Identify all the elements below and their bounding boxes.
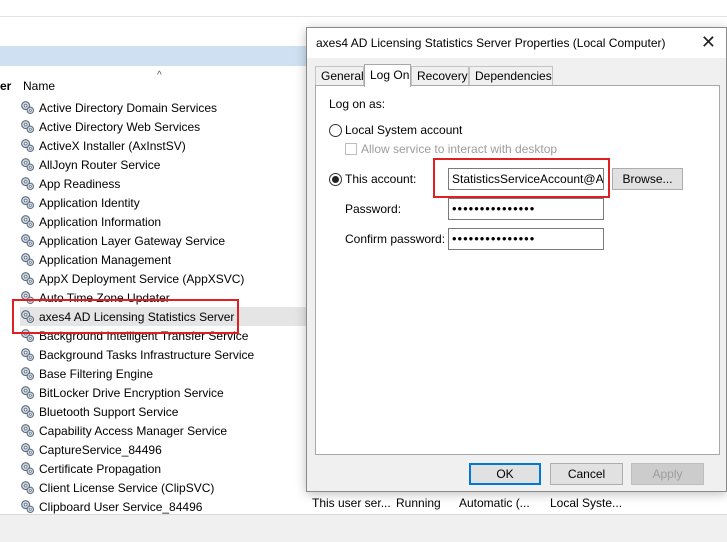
local-system-label[interactable]: Local System account — [345, 123, 462, 137]
status-bar — [0, 514, 727, 542]
service-gear-icon — [20, 480, 35, 495]
service-gear-icon — [20, 499, 35, 514]
tab-log-on[interactable]: Log On — [364, 64, 411, 87]
service-name: Background Intelligent Transfer Service — [39, 328, 249, 343]
service-name: AppX Deployment Service (AppXSVC) — [39, 271, 245, 286]
service-name: ActiveX Installer (AxInstSV) — [39, 138, 186, 153]
service-status: Running — [396, 496, 441, 510]
service-gear-icon — [20, 461, 35, 476]
service-gear-icon — [20, 404, 35, 419]
service-name: AllJoyn Router Service — [39, 157, 161, 172]
column-header-fragment: er — [0, 79, 12, 93]
service-gear-icon — [20, 252, 35, 267]
service-row[interactable]: AppX Deployment Service (AppXSVC) — [20, 269, 320, 288]
tab-general[interactable]: General — [315, 66, 364, 86]
tab-recovery[interactable]: Recovery — [411, 66, 469, 86]
column-header-name[interactable]: Name — [23, 79, 55, 93]
service-gear-icon — [20, 176, 35, 191]
service-gear-icon — [20, 157, 35, 172]
service-row[interactable]: Active Directory Domain Services — [20, 98, 320, 117]
service-row[interactable]: Background Intelligent Transfer Service — [20, 326, 320, 345]
service-gear-icon — [20, 271, 35, 286]
service-name: Base Filtering Engine — [39, 366, 154, 381]
service-name: Application Identity — [39, 195, 140, 210]
service-name: Active Directory Web Services — [39, 119, 201, 134]
service-gear-icon — [20, 233, 35, 248]
allow-desktop-checkbox[interactable] — [345, 143, 357, 155]
cancel-button[interactable]: Cancel — [550, 463, 623, 485]
service-gear-icon — [20, 366, 35, 381]
service-gear-icon — [20, 385, 35, 400]
service-name: Application Layer Gateway Service — [39, 233, 226, 248]
dialog-title: axes4 AD Licensing Statistics Server Pro… — [316, 36, 666, 50]
apply-button[interactable]: Apply — [631, 463, 704, 485]
service-name: Active Directory Domain Services — [39, 100, 218, 115]
log-on-as-label: Log on as: — [329, 97, 386, 111]
service-name: Clipboard User Service_84496 — [39, 499, 203, 514]
confirm-password-input[interactable]: ••••••••••••••• — [448, 228, 604, 250]
log-on-panel: Log on as: Local System account Allow se… — [315, 85, 720, 455]
service-gear-icon — [20, 100, 35, 115]
sort-ascending-icon: ^ — [157, 70, 162, 81]
service-row[interactable]: Background Tasks Infrastructure Service — [20, 345, 320, 364]
service-gear-icon — [20, 195, 35, 210]
confirm-password-label: Confirm password: — [345, 232, 446, 246]
service-row[interactable]: Auto Time Zone Updater — [20, 288, 320, 307]
this-account-label[interactable]: This account: — [345, 172, 416, 186]
service-name: CaptureService_84496 — [39, 442, 162, 457]
service-row[interactable]: ActiveX Installer (AxInstSV) — [20, 136, 320, 155]
service-gear-icon — [20, 309, 35, 324]
local-system-radio[interactable] — [329, 124, 342, 137]
close-icon[interactable]: ✕ — [701, 31, 716, 53]
service-name: Certificate Propagation — [39, 461, 162, 476]
service-row[interactable]: Application Layer Gateway Service — [20, 231, 320, 250]
properties-dialog: axes4 AD Licensing Statistics Server Pro… — [306, 27, 727, 492]
dialog-titlebar: axes4 AD Licensing Statistics Server Pro… — [307, 28, 726, 58]
account-input[interactable]: StatisticsServiceAccount@ADL — [448, 168, 604, 190]
service-gear-icon — [20, 423, 35, 438]
service-gear-icon — [20, 119, 35, 134]
service-description: This user ser... — [312, 496, 391, 510]
service-row[interactable]: App Readiness — [20, 174, 320, 193]
service-name: Capability Access Manager Service — [39, 423, 228, 438]
service-gear-icon — [20, 214, 35, 229]
service-row[interactable]: Capability Access Manager Service — [20, 421, 320, 440]
service-name: Auto Time Zone Updater — [39, 290, 170, 305]
service-row[interactable]: Application Identity — [20, 193, 320, 212]
service-gear-icon — [20, 328, 35, 343]
service-name: Application Information — [39, 214, 162, 229]
service-row[interactable]: Application Management — [20, 250, 320, 269]
service-row[interactable]: CaptureService_84496 — [20, 440, 320, 459]
service-name: Bluetooth Support Service — [39, 404, 179, 419]
service-row[interactable]: Bluetooth Support Service — [20, 402, 320, 421]
service-row[interactable]: Base Filtering Engine — [20, 364, 320, 383]
service-name: App Readiness — [39, 176, 121, 191]
service-name: BitLocker Drive Encryption Service — [39, 385, 224, 400]
browse-button[interactable]: Browse... — [612, 168, 683, 190]
ok-button[interactable]: OK — [469, 463, 541, 485]
window-top-strip — [0, 0, 727, 17]
service-gear-icon — [20, 347, 35, 362]
service-row[interactable]: Client License Service (ClipSVC) — [20, 478, 320, 497]
service-row[interactable]: Certificate Propagation — [20, 459, 320, 478]
service-row[interactable]: Application Information — [20, 212, 320, 231]
service-row[interactable]: Active Directory Web Services — [20, 117, 320, 136]
allow-desktop-label: Allow service to interact with desktop — [361, 142, 558, 156]
service-gear-icon — [20, 442, 35, 457]
service-gear-icon — [20, 138, 35, 153]
password-label: Password: — [345, 202, 402, 216]
service-row[interactable]: BitLocker Drive Encryption Service — [20, 383, 320, 402]
service-startup-type: Automatic (... — [459, 496, 530, 510]
service-name: Background Tasks Infrastructure Service — [39, 347, 255, 362]
service-name: Client License Service (ClipSVC) — [39, 480, 215, 495]
service-name: axes4 AD Licensing Statistics Server — [39, 309, 235, 324]
service-name: Application Management — [39, 252, 172, 267]
tab-dependencies[interactable]: Dependencies — [469, 66, 553, 86]
service-logon: Local Syste... — [550, 496, 623, 510]
this-account-radio[interactable] — [329, 173, 342, 186]
password-input[interactable]: ••••••••••••••• — [448, 198, 604, 220]
service-row[interactable]: AllJoyn Router Service — [20, 155, 320, 174]
service-gear-icon — [20, 290, 35, 305]
